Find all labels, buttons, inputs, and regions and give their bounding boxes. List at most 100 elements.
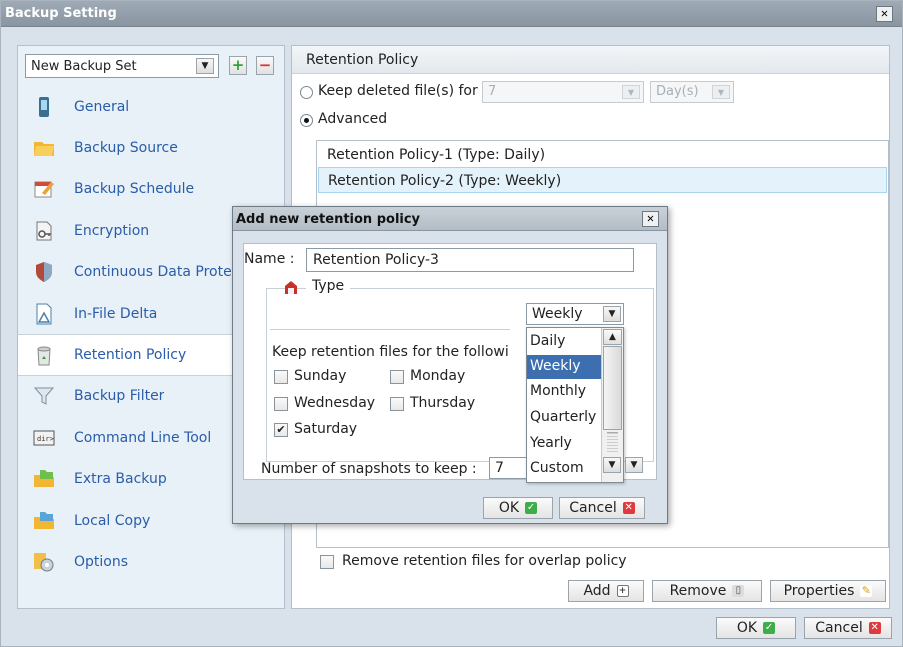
check-icon: ✓ [525, 502, 538, 514]
add-icon: + [616, 585, 629, 597]
snapshots-label: Number of snapshots to keep : [261, 461, 477, 477]
dropdown-option-custom[interactable]: Custom [527, 457, 601, 481]
svg-text:dir>: dir> [37, 435, 54, 443]
sunday-checkbox[interactable] [274, 370, 288, 384]
add-backup-set-button[interactable]: + [229, 56, 247, 75]
paint-bucket-icon [285, 281, 297, 294]
dialog-ok-label: OK [498, 500, 520, 516]
sidebar-item-label: In-File Delta [74, 305, 158, 322]
remove-button-label: Remove [669, 583, 727, 599]
sidebar-item-general[interactable]: General [18, 86, 284, 127]
document-icon [36, 303, 52, 325]
dropdown-option-monthly[interactable]: Monthly [527, 380, 601, 404]
saturday-label: Saturday [294, 421, 358, 437]
monday-checkbox[interactable] [390, 370, 404, 384]
panel-title: Retention Policy [306, 52, 419, 68]
dropdown-option-weekly[interactable]: Weekly [527, 355, 601, 379]
sidebar-item-label: Encryption [74, 222, 150, 239]
dialog-close-button[interactable]: ✕ [642, 211, 659, 227]
remove-overlap-checkbox[interactable] [320, 555, 334, 569]
chevron-down-icon[interactable]: ▼ [603, 457, 621, 473]
policy-name-input[interactable]: Retention Policy-3 [306, 248, 634, 272]
advanced-radio[interactable] [300, 114, 313, 127]
sidebar-item-options[interactable]: Options [18, 541, 284, 582]
chevron-down-icon[interactable]: ▼ [196, 58, 214, 74]
scroll-up-icon[interactable]: ▲ [603, 329, 622, 345]
gears-icon [34, 552, 54, 572]
sunday-label: Sunday [294, 368, 347, 384]
cancel-button[interactable]: Cancel ✕ [804, 617, 892, 639]
sidebar-item-label: Backup Filter [74, 388, 165, 405]
chevron-down-icon[interactable]: ▼ [603, 306, 621, 322]
panel-header: Retention Policy [292, 46, 889, 74]
ok-button[interactable]: OK ✓ [716, 617, 796, 639]
add-button[interactable]: Add + [568, 580, 644, 602]
close-button[interactable]: ✕ [876, 6, 893, 22]
folders-icon [34, 470, 54, 488]
name-label: Name : [244, 251, 295, 267]
sidebar-item-label: Backup Source [74, 140, 178, 157]
sidebar-item-label: Extra Backup [74, 471, 167, 488]
dialog-title-bar: Add new retention policy ✕ [233, 207, 667, 231]
ok-button-label: OK [736, 620, 758, 636]
key-icon [36, 221, 52, 241]
advanced-label: Advanced [318, 111, 388, 127]
list-item[interactable]: Retention Policy-1 (Type: Daily) [318, 142, 887, 168]
phone-icon [39, 96, 49, 117]
type-label: Type [306, 278, 351, 294]
backup-set-value: New Backup Set [31, 59, 137, 74]
spinner-icon[interactable]: ▼ [622, 85, 640, 99]
sidebar-item-label: Backup Schedule [74, 181, 195, 198]
remove-overlap-label: Remove retention files for overlap polic… [342, 553, 627, 569]
check-icon: ✓ [763, 622, 776, 634]
divider [270, 329, 510, 330]
dialog-cancel-button[interactable]: Cancel ✕ [559, 497, 645, 519]
thursday-label: Thursday [410, 395, 476, 411]
scroll-thumb[interactable] [603, 346, 622, 430]
dialog-cancel-label: Cancel [569, 500, 617, 516]
sidebar-item-backup-schedule[interactable]: Backup Schedule [18, 169, 284, 210]
scroll-grip [607, 432, 618, 452]
pencil-icon: ✎ [860, 584, 873, 597]
sidebar-item-label: Continuous Data Protec [74, 264, 240, 281]
keep-deleted-days-input[interactable]: 7 [482, 81, 644, 103]
wednesday-checkbox[interactable] [274, 397, 288, 411]
keep-deleted-label: Keep deleted file(s) for [318, 83, 478, 99]
chevron-down-icon[interactable]: ▼ [625, 457, 643, 473]
title-bar: Backup Setting ✕ [1, 1, 902, 27]
keep-deleted-radio[interactable] [300, 86, 313, 99]
calendar-icon [34, 181, 54, 198]
dialog-ok-button[interactable]: OK ✓ [483, 497, 553, 519]
folders-icon [34, 511, 54, 529]
sidebar-item-label: Options [74, 553, 129, 570]
terminal-icon: dir> [33, 430, 55, 446]
dropdown-option-yearly[interactable]: Yearly [527, 432, 601, 456]
shield-icon [36, 262, 52, 283]
remove-button[interactable]: Remove ▯ [652, 580, 762, 602]
sidebar-item-label: Local Copy [74, 512, 151, 529]
sidebar-item-label: Command Line Tool [74, 429, 212, 446]
dropdown-option-quarterly[interactable]: Quarterly [527, 406, 601, 430]
keep-files-label: Keep retention files for the followi [272, 344, 509, 360]
properties-button[interactable]: Properties ✎ [770, 580, 886, 602]
list-item[interactable]: Retention Policy-2 (Type: Weekly) [318, 167, 887, 193]
add-button-label: Add [583, 583, 611, 599]
saturday-checkbox[interactable]: ✔ [274, 423, 288, 437]
properties-button-label: Properties [783, 583, 855, 599]
folder-icon [34, 142, 54, 157]
cancel-button-label: Cancel [815, 620, 863, 636]
sidebar-item-label: Retention Policy [74, 347, 187, 364]
recycle-bin-icon [37, 346, 51, 366]
wednesday-label: Wednesday [294, 395, 376, 411]
trash-icon: ▯ [732, 585, 745, 597]
funnel-icon [33, 387, 55, 406]
window-title: Backup Setting [5, 6, 117, 21]
backup-set-select[interactable]: New Backup Set ▼ [25, 54, 219, 78]
dropdown-option-daily[interactable]: Daily [527, 330, 601, 354]
chevron-down-icon[interactable]: ▼ [712, 85, 730, 99]
dialog-title: Add new retention policy [236, 212, 421, 227]
sidebar-item-backup-source[interactable]: Backup Source [18, 127, 284, 168]
thursday-checkbox[interactable] [390, 397, 404, 411]
remove-backup-set-button[interactable]: − [256, 56, 274, 75]
sidebar-item-label: General [74, 98, 130, 115]
